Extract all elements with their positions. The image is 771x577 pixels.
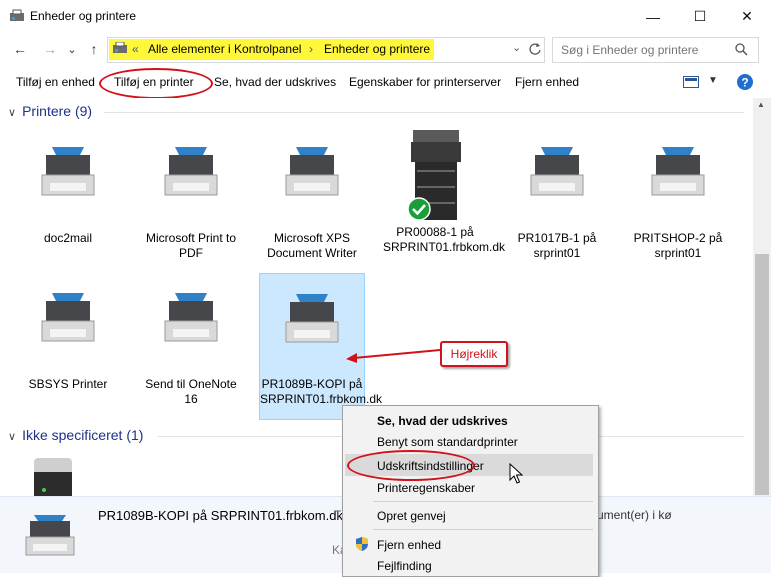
annotation-circle-add-printer <box>99 68 213 99</box>
default-printer-check-icon <box>407 197 431 221</box>
printer-name: PRITSHOP-2 på srprint01 <box>633 231 723 260</box>
breadcrumb-control-panel[interactable]: Alle elementer i Kontrolpanel <box>148 42 301 56</box>
address-bar[interactable]: « Alle elementer i Kontrolpanel › Enhede… <box>107 37 545 63</box>
add-device-button[interactable]: Tilføj en enhed <box>16 75 95 89</box>
breadcrumb-devices-printers[interactable]: Enheder og printere <box>324 42 430 56</box>
breadcrumb-separator[interactable]: › <box>309 42 313 56</box>
printer-icon <box>164 293 218 342</box>
recent-dropdown-icon[interactable]: ⌄ <box>62 39 82 59</box>
printer-send-to-onenote[interactable]: Send til OneNote 16 <box>139 281 243 406</box>
details-device-name: PR1089B-KOPI på SRPRINT01.frbkom.dk <box>98 508 343 523</box>
remove-device-button[interactable]: Fjern enhed <box>515 75 579 89</box>
details-status-fragment: T <box>334 508 342 522</box>
menu-item-remove-device[interactable]: Fjern enhed <box>377 538 441 552</box>
group-header-printers[interactable]: ∨ Printere (9) <box>8 103 92 119</box>
view-options-icon[interactable] <box>683 76 699 88</box>
up-arrow-icon[interactable]: ↑ <box>84 39 104 59</box>
printer-name: SBSYS Printer <box>28 377 108 391</box>
command-toolbar: Tilføj en enhed Tilføj en printer Se, hv… <box>0 66 771 99</box>
window-title: Enheder og printere <box>30 9 137 23</box>
menu-item-see-queue[interactable]: Se, hvad der udskrives <box>377 414 508 428</box>
printer-pritshop-2[interactable]: PRITSHOP-2 på srprint01 <box>626 135 730 260</box>
printer-icon <box>41 293 95 342</box>
printer-icon <box>41 147 95 196</box>
printer-microsoft-xps[interactable]: Microsoft XPS Document Writer <box>260 135 364 260</box>
printer-name: Microsoft Print to PDF <box>145 231 237 260</box>
menu-separator <box>373 501 593 502</box>
menu-item-set-default[interactable]: Benyt som standardprinter <box>377 435 518 449</box>
scroll-up-icon[interactable]: ▲ <box>757 100 765 109</box>
refresh-icon[interactable] <box>528 42 542 56</box>
maximize-button[interactable]: ☐ <box>677 0 723 33</box>
group-title-unspecified: Ikke specificeret (1) <box>22 427 144 443</box>
svg-text:?: ? <box>741 76 748 90</box>
uac-shield-icon <box>356 537 368 551</box>
printer-icon <box>164 147 218 196</box>
printer-name: PR1017B-1 på srprint01 <box>517 231 597 260</box>
back-arrow-icon[interactable]: ← <box>10 39 30 59</box>
print-server-properties-button[interactable]: Egenskaber for printerserver <box>349 75 501 89</box>
group-header-unspecified[interactable]: ∨ Ikke specificeret (1) <box>8 427 143 443</box>
printer-sbsys[interactable]: SBSYS Printer <box>16 281 120 391</box>
unspecified-device[interactable] <box>16 450 120 496</box>
search-input[interactable] <box>559 40 733 60</box>
menu-item-troubleshoot[interactable]: Fejlfinding <box>377 559 432 573</box>
printer-pr1017b[interactable]: PR1017B-1 på srprint01 <box>505 135 609 260</box>
printer-icon <box>285 147 339 196</box>
details-queue-status: ument(er) i kø <box>597 508 672 522</box>
mouse-cursor-icon <box>509 463 523 484</box>
annotation-callout-right-click: Højreklik <box>440 341 508 367</box>
address-row: ← → ⌄ ↑ « Alle elementer i Kontrolpanel … <box>0 33 771 65</box>
printer-microsoft-print-to-pdf[interactable]: Microsoft Print to PDF <box>139 135 243 260</box>
printer-pr00088-default[interactable]: PR00088-1 på SRPRINT01.frbkom.dk <box>383 129 505 254</box>
close-button[interactable]: ✕ <box>724 0 770 33</box>
group-divider <box>104 112 744 113</box>
printer-name: Send til OneNote 16 <box>145 377 237 406</box>
group-title-printers: Printere (9) <box>22 103 93 119</box>
context-menu: Se, hvad der udskrives Benyt som standar… <box>342 405 599 577</box>
search-icon[interactable] <box>735 43 748 56</box>
menu-separator <box>373 529 593 530</box>
printer-icon <box>651 147 705 196</box>
printer-name: Microsoft XPS Document Writer <box>267 231 357 260</box>
menu-item-printer-properties[interactable]: Printeregenskaber <box>377 481 475 495</box>
address-dropdown-icon[interactable]: ⌄ <box>512 41 521 54</box>
annotation-arrow <box>346 349 441 363</box>
scrollbar-thumb[interactable] <box>755 254 769 495</box>
view-dropdown-icon[interactable]: ▼ <box>708 75 718 86</box>
printer-name: PR1089B-KOPI på SRPRINT01.frbkom.dk <box>260 377 383 406</box>
forward-arrow-icon[interactable]: → <box>40 39 60 59</box>
menu-item-create-shortcut[interactable]: Opret genvej <box>377 509 446 523</box>
printer-icon <box>530 147 584 196</box>
control-panel-icon <box>113 42 127 53</box>
printer-icon <box>285 294 339 343</box>
search-box[interactable] <box>552 37 759 63</box>
address-overflow-icon[interactable]: « <box>132 42 139 56</box>
help-icon[interactable]: ? <box>736 73 754 91</box>
collapse-chevron-icon[interactable]: ∨ <box>8 431 16 443</box>
printer-doc2mail[interactable]: doc2mail <box>16 135 120 245</box>
devices-printers-icon <box>10 9 24 21</box>
printer-icon <box>25 515 75 556</box>
title-bar: Enheder og printere — ☐ ✕ <box>0 0 771 33</box>
see-print-queue-button[interactable]: Se, hvad der udskrives <box>214 75 336 89</box>
printer-name: PR00088-1 på SRPRINT01.frbkom.dk <box>383 225 506 254</box>
printer-name: doc2mail <box>43 231 93 245</box>
minimize-button[interactable]: — <box>630 0 676 33</box>
annotation-circle-printing-preferences <box>347 450 475 481</box>
collapse-chevron-icon[interactable]: ∨ <box>8 107 16 119</box>
storage-device-icon <box>34 458 72 496</box>
